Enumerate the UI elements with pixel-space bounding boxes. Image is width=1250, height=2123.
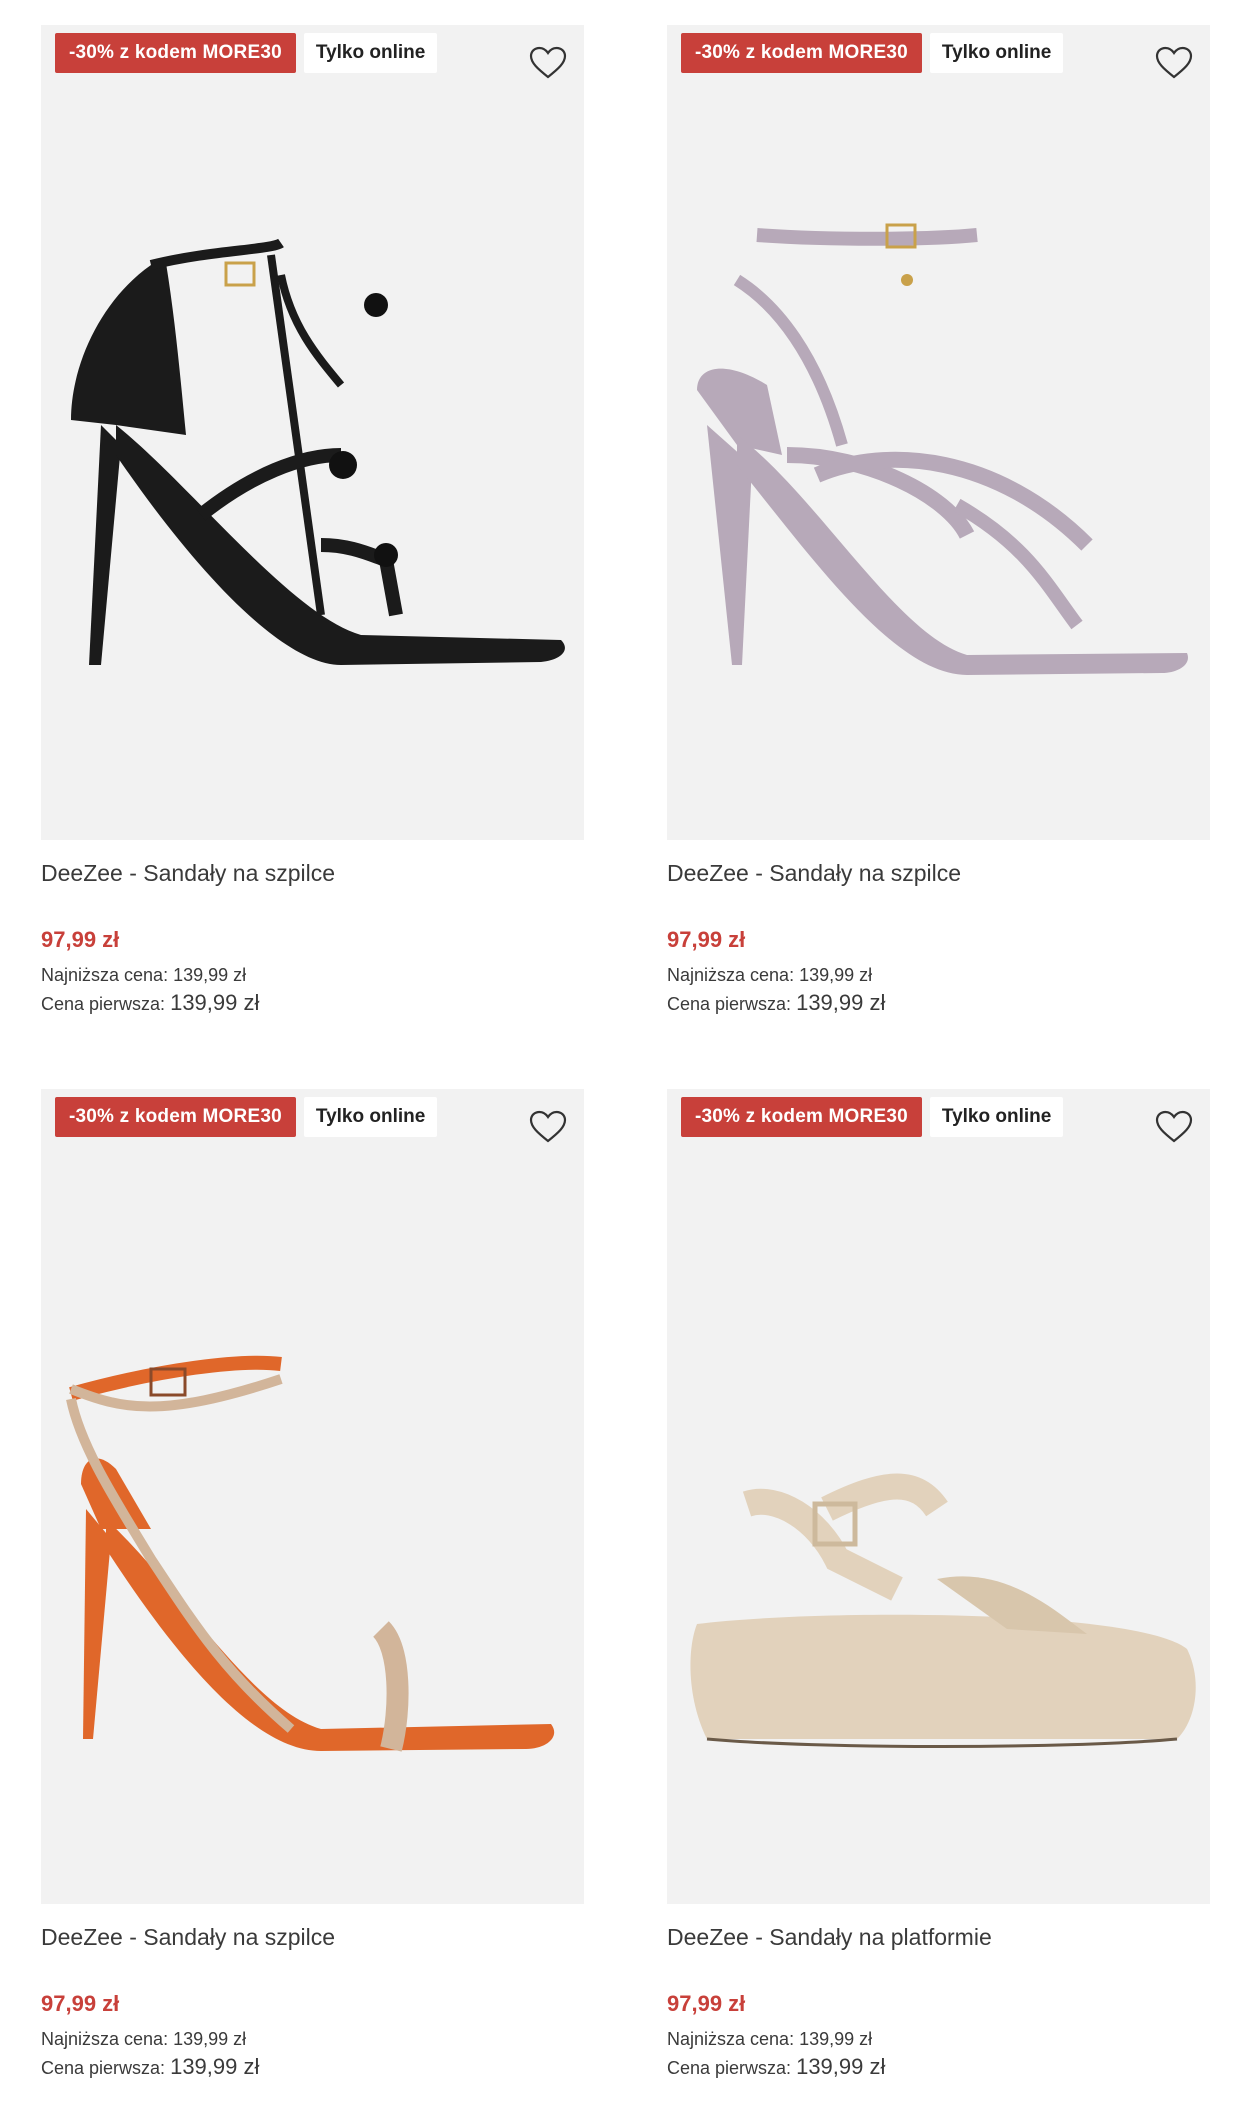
product-price: 97,99 zł <box>667 1991 746 2016</box>
product-grid: -30% z kodem MORE30 Tylko online DeeZee … <box>41 25 1211 2123</box>
first-price: Cena pierwsza: 139,99 zł <box>41 988 584 1018</box>
promo-badge: -30% z kodem MORE30 <box>681 1097 922 1137</box>
badges: -30% z kodem MORE30 Tylko online <box>55 1097 438 1137</box>
product-card[interactable]: -30% z kodem MORE30 Tylko online DeeZee … <box>41 25 584 1018</box>
product-card[interactable]: -30% z kodem MORE30 Tylko online DeeZee … <box>667 1089 1210 2082</box>
lowest-price-label: Najniższa cena: <box>667 2029 795 2049</box>
lowest-price-value: 139,99 zł <box>799 2029 873 2049</box>
favorite-button[interactable] <box>1154 1109 1194 1145</box>
first-price: Cena pierwsza: 139,99 zł <box>41 2052 584 2082</box>
badges: -30% z kodem MORE30 Tylko online <box>681 33 1064 73</box>
online-only-badge: Tylko online <box>303 33 438 73</box>
first-price: Cena pierwsza: 139,99 zł <box>667 988 1210 1018</box>
heart-outline-icon <box>529 46 567 79</box>
heart-outline-icon <box>1155 46 1193 79</box>
lowest-price-label: Najniższa cena: <box>667 965 795 985</box>
lowest-price-label: Najniższa cena: <box>41 965 169 985</box>
lilac-sandal-image <box>697 223 1188 675</box>
product-name[interactable]: DeeZee - Sandały na platformie <box>667 1922 1210 1952</box>
product-price: 97,99 zł <box>41 927 120 952</box>
black-sandal-image <box>71 238 565 665</box>
first-price-value: 139,99 zł <box>170 2054 260 2079</box>
beige-platform-sandal-image <box>690 1473 1196 1748</box>
heart-outline-icon <box>1155 1110 1193 1143</box>
lowest-price: Najniższa cena: 139,99 zł <box>41 962 584 988</box>
lowest-price-value: 139,99 zł <box>173 965 247 985</box>
first-price: Cena pierwsza: 139,99 zł <box>667 2052 1210 2082</box>
product-card[interactable]: -30% z kodem MORE30 Tylko online DeeZee … <box>41 1089 584 2082</box>
product-name[interactable]: DeeZee - Sandały na szpilce <box>41 858 584 888</box>
favorite-button[interactable] <box>528 1109 568 1145</box>
product-price: 97,99 zł <box>41 1991 120 2016</box>
first-price-label: Cena pierwsza: <box>41 2058 166 2078</box>
promo-badge: -30% z kodem MORE30 <box>55 1097 296 1137</box>
first-price-value: 139,99 zł <box>796 2054 886 2079</box>
lowest-price-value: 139,99 zł <box>173 2029 247 2049</box>
favorite-button[interactable] <box>1154 45 1194 81</box>
online-only-badge: Tylko online <box>929 33 1064 73</box>
badges: -30% z kodem MORE30 Tylko online <box>681 1097 1064 1137</box>
product-image[interactable]: -30% z kodem MORE30 Tylko online <box>41 25 584 840</box>
product-card[interactable]: -30% z kodem MORE30 Tylko online DeeZee … <box>667 25 1210 1018</box>
orange-sandal-image <box>66 1355 555 1752</box>
product-name[interactable]: DeeZee - Sandały na szpilce <box>41 1922 584 1952</box>
promo-badge: -30% z kodem MORE30 <box>55 33 296 73</box>
lowest-price-value: 139,99 zł <box>799 965 873 985</box>
first-price-value: 139,99 zł <box>170 990 260 1015</box>
product-image[interactable]: -30% z kodem MORE30 Tylko online <box>667 1089 1210 1904</box>
badges: -30% z kodem MORE30 Tylko online <box>55 33 438 73</box>
online-only-badge: Tylko online <box>303 1097 438 1137</box>
first-price-label: Cena pierwsza: <box>667 994 792 1014</box>
lowest-price: Najniższa cena: 139,99 zł <box>667 2026 1210 2052</box>
first-price-value: 139,99 zł <box>796 990 886 1015</box>
promo-badge: -30% z kodem MORE30 <box>681 33 922 73</box>
product-image[interactable]: -30% z kodem MORE30 Tylko online <box>41 1089 584 1904</box>
first-price-label: Cena pierwsza: <box>667 2058 792 2078</box>
product-image[interactable]: -30% z kodem MORE30 Tylko online <box>667 25 1210 840</box>
lowest-price: Najniższa cena: 139,99 zł <box>667 962 1210 988</box>
lowest-price: Najniższa cena: 139,99 zł <box>41 2026 584 2052</box>
favorite-button[interactable] <box>528 45 568 81</box>
first-price-label: Cena pierwsza: <box>41 994 166 1014</box>
product-price: 97,99 zł <box>667 927 746 952</box>
heart-outline-icon <box>529 1110 567 1143</box>
lowest-price-label: Najniższa cena: <box>41 2029 169 2049</box>
product-name[interactable]: DeeZee - Sandały na szpilce <box>667 858 1210 888</box>
online-only-badge: Tylko online <box>929 1097 1064 1137</box>
